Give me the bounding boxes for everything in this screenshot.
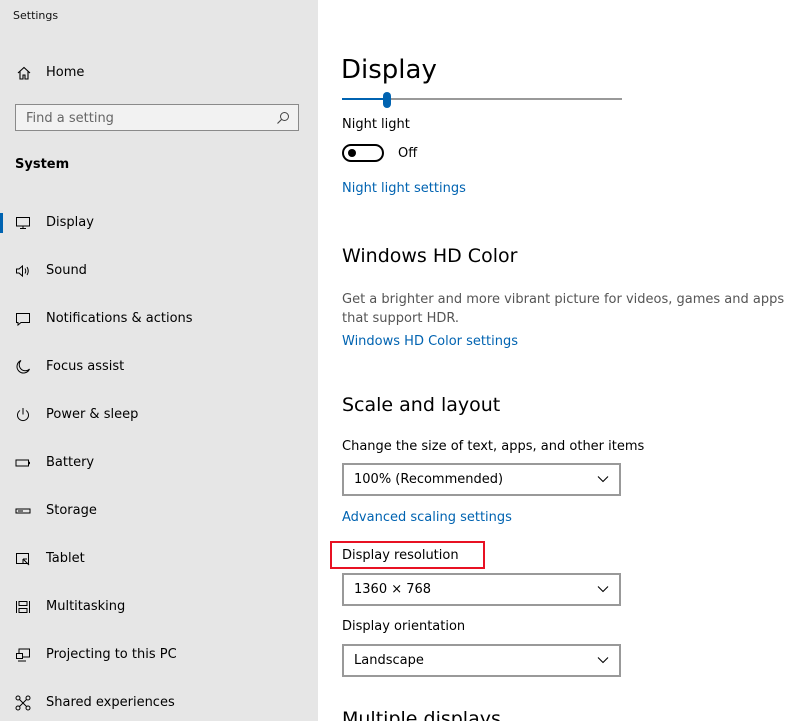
storage-icon — [15, 508, 31, 514]
battery-icon — [15, 459, 30, 467]
home-icon — [17, 66, 31, 80]
home-nav[interactable]: Home — [0, 58, 318, 88]
orientation-value: Landscape — [354, 653, 424, 668]
sidebar-item-notifications[interactable]: Notifications & actions — [0, 299, 318, 339]
power-icon — [17, 408, 29, 422]
night-light-label: Night light — [342, 117, 410, 132]
scale-dropdown[interactable]: 100% (Recommended) — [342, 463, 621, 496]
slider-fill — [342, 98, 387, 100]
main-content: Display Night light Off Night light sett… — [318, 0, 810, 721]
sidebar-item-projecting[interactable]: Projecting to this PC — [0, 635, 318, 675]
shared-icon — [15, 695, 31, 711]
slider-thumb[interactable] — [383, 92, 391, 108]
section-header-system: System — [15, 157, 70, 172]
page-title: Display — [341, 55, 437, 85]
tablet-icon — [16, 553, 30, 566]
advanced-scaling-link[interactable]: Advanced scaling settings — [342, 510, 512, 525]
home-label: Home — [46, 65, 85, 80]
sidebar-item-multitasking[interactable]: Multitasking — [0, 587, 318, 627]
sidebar-item-label: Display — [46, 215, 94, 230]
projecting-icon — [16, 648, 30, 662]
sidebar-item-sound[interactable]: Sound — [0, 251, 318, 291]
chevron-down-icon — [597, 586, 609, 593]
resolution-value: 1360 × 768 — [354, 582, 432, 597]
sidebar-item-label: Notifications & actions — [46, 311, 193, 326]
sidebar: Settings Home System Display Sound — [0, 0, 318, 721]
sidebar-item-storage[interactable]: Storage — [0, 491, 318, 531]
monitor-icon — [16, 217, 30, 229]
scale-label: Change the size of text, apps, and other… — [342, 439, 645, 454]
search-box[interactable] — [15, 104, 299, 131]
toggle-knob — [348, 149, 356, 157]
orientation-dropdown[interactable]: Landscape — [342, 644, 621, 677]
speaker-icon — [16, 264, 29, 278]
sidebar-item-label: Tablet — [46, 551, 85, 566]
sidebar-item-display[interactable]: Display — [0, 203, 318, 243]
hd-color-description: Get a brighter and more vibrant picture … — [342, 292, 785, 326]
sidebar-item-label: Focus assist — [46, 359, 125, 374]
night-light-state: Off — [398, 146, 418, 161]
scale-layout-heading: Scale and layout — [342, 394, 501, 416]
sidebar-item-label: Storage — [46, 503, 97, 518]
multitasking-icon — [16, 601, 30, 613]
brightness-slider[interactable] — [342, 92, 622, 108]
notifications-icon — [16, 313, 30, 327]
search-input[interactable] — [26, 109, 266, 127]
app-title: Settings — [13, 9, 59, 22]
hd-color-heading: Windows HD Color — [342, 245, 518, 267]
orientation-label: Display orientation — [342, 619, 466, 634]
sidebar-item-label: Sound — [46, 263, 87, 278]
sidebar-item-shared-experiences[interactable]: Shared experiences — [0, 683, 318, 721]
slider-track[interactable] — [387, 98, 622, 100]
resolution-label: Display resolution — [342, 548, 459, 563]
sidebar-item-label: Projecting to this PC — [46, 647, 177, 662]
sidebar-item-label: Multitasking — [46, 599, 126, 614]
resolution-dropdown[interactable]: 1360 × 768 — [342, 573, 621, 606]
night-light-toggle[interactable] — [342, 144, 384, 162]
hd-color-settings-link[interactable]: Windows HD Color settings — [342, 334, 518, 349]
sidebar-item-focus-assist[interactable]: Focus assist — [0, 347, 318, 387]
sidebar-item-label: Power & sleep — [46, 407, 139, 422]
night-light-settings-link[interactable]: Night light settings — [342, 181, 466, 196]
multiple-displays-heading: Multiple displays — [342, 708, 501, 721]
chevron-down-icon — [597, 657, 609, 664]
sidebar-item-label: Shared experiences — [46, 695, 175, 710]
sidebar-item-battery[interactable]: Battery — [0, 443, 318, 483]
scale-value: 100% (Recommended) — [354, 472, 504, 487]
sidebar-item-label: Battery — [46, 455, 95, 470]
sidebar-item-power-sleep[interactable]: Power & sleep — [0, 395, 318, 435]
search-icon[interactable] — [276, 111, 290, 125]
chevron-down-icon — [597, 476, 609, 483]
sidebar-item-tablet[interactable]: Tablet — [0, 539, 318, 579]
moon-icon — [16, 360, 30, 374]
